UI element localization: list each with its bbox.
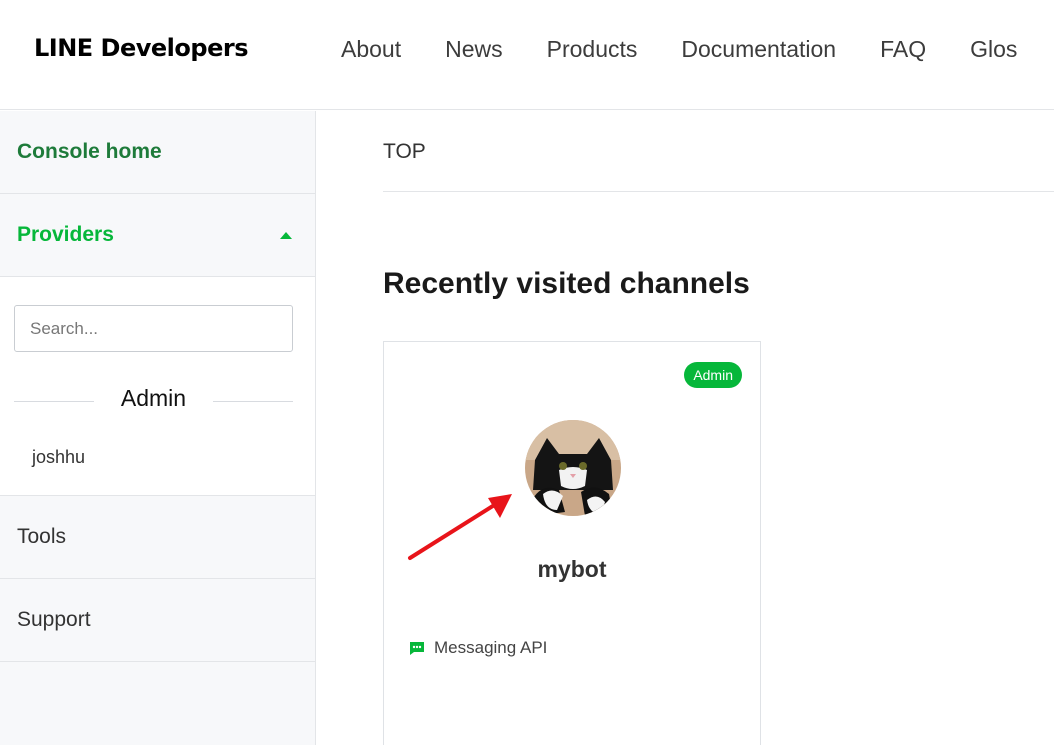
nav-glossary[interactable]: Glos [970, 36, 1017, 63]
role-badge: Admin [684, 362, 742, 388]
nav-about[interactable]: About [341, 36, 401, 63]
providers-panel: Admin joshhu [0, 277, 315, 496]
page-title: Recently visited channels [383, 267, 750, 300]
line-developers-logo[interactable]: LINE Developers [34, 34, 248, 62]
tools-label: Tools [17, 525, 67, 548]
nav-products[interactable]: Products [547, 36, 638, 63]
console-home-label: Console home [17, 140, 162, 163]
nav-news[interactable]: News [445, 36, 503, 63]
support-label: Support [17, 608, 91, 631]
top-header: LINE Developers About News Products Docu… [0, 0, 1054, 110]
provider-item-joshhu[interactable]: joshhu [32, 447, 85, 468]
channel-type-label: Messaging API [434, 638, 548, 657]
sidebar: Console home Providers Admin joshhu Tool… [0, 111, 316, 745]
channel-avatar [525, 420, 621, 516]
divider-line-right [213, 401, 293, 402]
nav-faq[interactable]: FAQ [880, 36, 926, 63]
providers-label: Providers [17, 223, 114, 246]
channel-name: mybot [537, 556, 607, 582]
sidebar-console-home[interactable]: Console home [0, 111, 315, 194]
sidebar-providers[interactable]: Providers [0, 194, 315, 277]
nav-documentation[interactable]: Documentation [681, 36, 836, 63]
channel-card[interactable]: Admin mybot Messaging API [383, 341, 761, 745]
channel-type: Messaging API [409, 638, 547, 658]
breadcrumb[interactable]: TOP [383, 140, 426, 164]
provider-search-input[interactable] [14, 305, 293, 352]
breadcrumb-divider [383, 191, 1054, 192]
sidebar-support[interactable]: Support [0, 579, 315, 662]
main-nav: About News Products Documentation FAQ Gl… [341, 36, 1054, 63]
chevron-up-icon[interactable] [280, 232, 292, 239]
main-content: TOP Recently visited channels Admin mybo… [317, 111, 1054, 745]
admin-group-label: Admin [120, 385, 187, 411]
admin-group-divider: Admin [14, 385, 293, 415]
chat-bubble-icon [410, 641, 424, 655]
sidebar-tools[interactable]: Tools [0, 496, 315, 579]
